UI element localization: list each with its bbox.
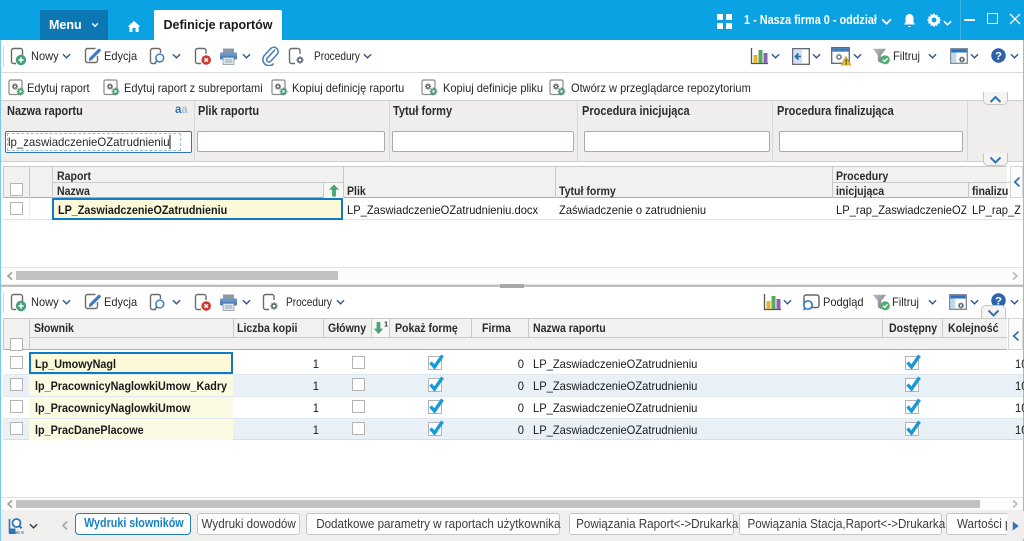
svg-text:1: 1: [384, 320, 388, 329]
svg-text:?: ?: [995, 50, 1002, 62]
